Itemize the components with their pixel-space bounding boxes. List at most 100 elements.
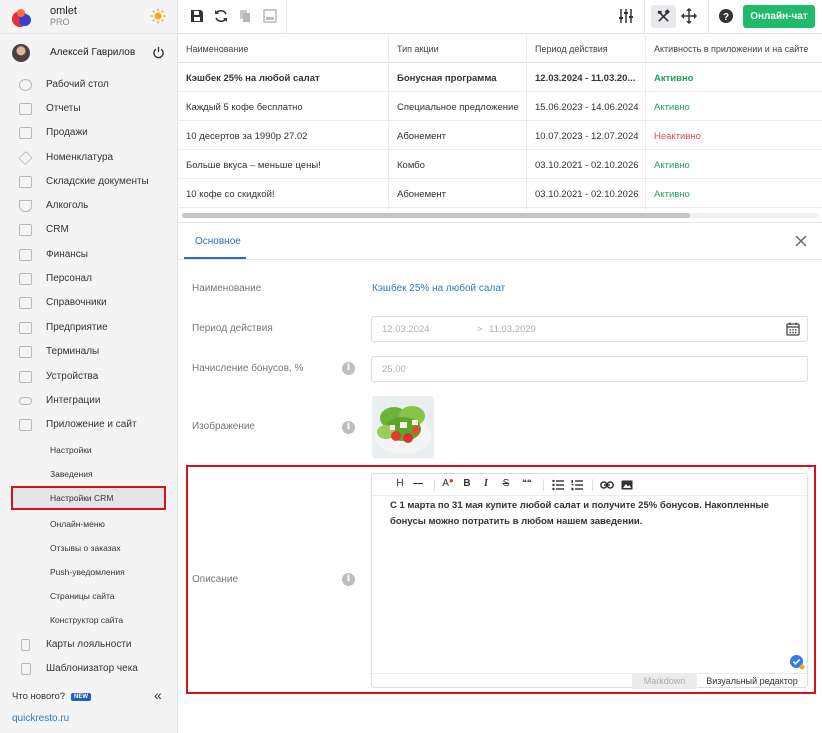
sidebar-item-staff[interactable]: Персонал [0,269,178,289]
whats-new-link[interactable]: Что нового? [12,691,65,702]
sidebar-subitem-settings[interactable]: Настройки [0,440,178,460]
description-editor[interactable]: H — A● B I S ❝❝ С 1 марта по 31 мая купи… [371,473,808,689]
tab-main[interactable]: Основное [195,236,241,247]
scrollbar-thumb[interactable] [182,213,690,218]
link-button[interactable] [600,478,614,492]
name-label: Наименование [192,283,262,294]
sidebar-item-terminals[interactable]: Терминалы [0,342,178,362]
sidebar-item-receipt-templates[interactable]: Шаблонизатор чека [0,659,178,679]
table-horizontal-scrollbar[interactable] [182,213,818,218]
sidebar-item-label: Складские документы [46,176,149,187]
editor-toolbar: H — A● B I S ❝❝ [372,474,807,496]
image-button[interactable] [621,478,633,492]
table-row[interactable]: 10 кофе со скидкой! Абонемент 03.10.2021… [178,179,822,208]
filter-sliders-icon[interactable] [618,8,634,24]
bullet-list-icon [552,479,564,491]
spellcheck-icon[interactable] [789,654,805,670]
sidebar-subitem-push[interactable]: Push-уведомления [0,562,178,582]
sidebar-item-label: Интеграции [46,395,101,406]
numbered-list-button[interactable] [571,478,583,492]
tools-button[interactable] [651,5,676,28]
italic-button[interactable]: I [481,478,491,492]
sidebar-subitem-site-pages[interactable]: Страницы сайта [0,586,178,606]
table-row[interactable]: 10 десертов за 1990р 27.02 Абонемент 10.… [178,121,822,150]
sidebar-subitem-venues[interactable]: Заведения [0,464,178,484]
sidebar-subitem-online-menu[interactable]: Онлайн-меню [0,514,178,534]
book-icon [19,297,32,309]
sidebar-item-label: Устройства [46,371,99,382]
power-icon[interactable] [152,46,165,59]
sidebar-item-nomenclature[interactable]: Номенклатура [0,148,178,168]
sidebar-item-enterprise[interactable]: Предприятие [0,318,178,338]
table-row[interactable]: Больше вкуса – меньше цены! Комбо 03.10.… [178,150,822,179]
archive-icon[interactable] [262,8,278,24]
name-value[interactable]: Кэшбек 25% на любой салат [372,283,505,294]
sidebar-subitem-site-builder[interactable]: Конструктор сайта [0,610,178,630]
sidebar-item-sales[interactable]: Продажи [0,123,178,143]
info-icon[interactable]: i [342,421,355,434]
cell-activity: Активно [654,160,690,171]
info-icon[interactable]: i [342,573,355,586]
table-row[interactable]: Каждый 5 кофе бесплатно Специальное пред… [178,92,822,121]
sidebar-item-finance[interactable]: Финансы [0,245,178,265]
cell-activity: Активно [654,73,694,84]
help-icon[interactable]: ? [718,8,734,24]
refresh-icon[interactable] [213,8,229,24]
copy-icon[interactable] [237,8,253,24]
new-badge: NEW [71,693,91,701]
bold-button[interactable]: B [462,478,472,492]
tag-icon [18,150,33,166]
sidebar-item-reports[interactable]: Отчеты [0,99,178,119]
period-label: Период действия [192,323,273,334]
bonus-input[interactable]: 25,00 [371,356,808,382]
cell-period: 03.10.2021 - 02.10.2026 [535,160,639,171]
sidebar-item-alcohol[interactable]: Алкоголь [0,196,178,216]
bullet-list-button[interactable] [552,478,564,492]
heading-button[interactable]: H [394,478,406,492]
column-header-type[interactable]: Тип акции [397,44,439,54]
cell-type: Специальное предложение [397,102,519,113]
sidebar-subitem-crm-settings[interactable]: Настройки CRM [11,486,166,510]
sidebar-item-app-and-site[interactable]: Приложение и сайт [0,415,178,435]
sidebar-item-crm[interactable]: CRM [0,220,178,240]
save-icon[interactable] [189,8,205,24]
hr-button[interactable]: — [412,478,424,492]
text-color-button[interactable]: A● [442,476,454,492]
site-link[interactable]: quickresto.ru [12,713,69,724]
avatar [12,44,30,62]
sidebar-item-devices[interactable]: Устройства [0,367,178,387]
sidebar-item-label: CRM [46,224,69,235]
visual-editor-tab[interactable]: Визуальный редактор [697,674,807,689]
close-icon[interactable] [793,233,809,249]
calendar-icon[interactable] [785,321,801,337]
markdown-mode-tab[interactable]: Markdown [632,674,697,689]
sidebar-item-integrations[interactable]: Интеграции [0,391,178,411]
quote-button[interactable]: ❝❝ [520,478,534,492]
table-row[interactable]: Кэшбек 25% на любой салат Бонусная прогр… [178,63,822,92]
online-chat-button[interactable]: Онлайн-чат [743,5,815,28]
sidebar-item-references[interactable]: Справочники [0,293,178,313]
sidebar-item-dashboard[interactable]: Рабочий стол [0,75,178,95]
app-name: omlet [50,5,77,17]
user-block[interactable]: Алексей Гаврилов [0,40,178,66]
sun-icon[interactable] [150,8,166,24]
editor-divider [434,479,435,491]
period-field[interactable]: 12.03.2024 > 11.03.2029 [371,316,808,342]
sidebar-subitem-label: Конструктор сайта [50,615,124,625]
printer-icon [19,371,32,383]
sidebar-item-loyalty-cards[interactable]: Карты лояльности [0,635,178,655]
description-text[interactable]: С 1 марта по 31 мая купите любой салат и… [390,498,790,529]
people-icon [19,273,32,285]
column-header-name[interactable]: Наименование [186,44,248,54]
sidebar-item-label: Предприятие [46,322,108,333]
collapse-sidebar-icon[interactable]: « [154,687,162,703]
strikethrough-button[interactable]: S [501,478,511,492]
column-header-activity[interactable]: Активность в приложении и на сайте [654,44,808,54]
info-icon[interactable]: i [342,362,355,375]
sidebar-item-warehouse[interactable]: Складские документы [0,172,178,192]
column-header-period[interactable]: Период действия [535,44,608,54]
sidebar-item-label: Продажи [46,127,88,138]
salad-image[interactable] [372,396,434,458]
sidebar-subitem-order-reviews[interactable]: Отзывы о заказах [0,538,178,558]
move-icon[interactable] [681,8,697,24]
